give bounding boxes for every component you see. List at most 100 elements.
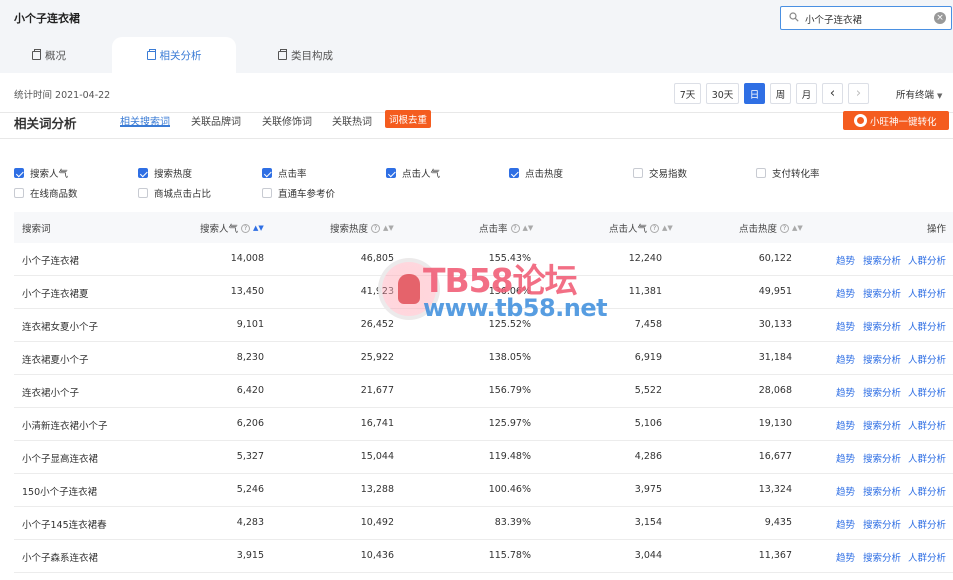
- checkbox-click-heat[interactable]: 点击热度: [509, 166, 563, 180]
- crowd-analysis-link[interactable]: 人群分析: [908, 484, 946, 498]
- checkbox-ctr[interactable]: 点击率: [262, 166, 307, 180]
- tab-category-label: 类目构成: [291, 49, 333, 62]
- search-analysis-link[interactable]: 搜索分析: [863, 517, 901, 531]
- metric-cell: 26,452: [360, 319, 394, 330]
- crowd-analysis-link[interactable]: 人群分析: [908, 517, 946, 531]
- trend-link[interactable]: 趋势: [836, 550, 855, 564]
- crowd-analysis-link[interactable]: 人群分析: [908, 253, 946, 267]
- col-label: 点击人气: [609, 224, 648, 235]
- crowd-analysis-link[interactable]: 人群分析: [908, 385, 946, 399]
- search-analysis-link[interactable]: 搜索分析: [863, 253, 901, 267]
- convert-button[interactable]: 小旺神一键转化: [843, 111, 949, 130]
- trend-link[interactable]: 趋势: [836, 418, 855, 432]
- col-label: 点击热度: [739, 224, 778, 235]
- subtab-brand[interactable]: 关联品牌词: [191, 113, 241, 128]
- subtab-related-search[interactable]: 相关搜索词: [120, 113, 170, 128]
- checkbox-click-popularity[interactable]: 点击人气: [386, 166, 440, 180]
- subtab-modifier[interactable]: 关联修饰词: [262, 113, 312, 128]
- crowd-analysis-link[interactable]: 人群分析: [908, 418, 946, 432]
- trend-link[interactable]: 趋势: [836, 253, 855, 267]
- range-week-button[interactable]: 周: [770, 83, 791, 104]
- terminal-select[interactable]: 所有终端 ▼: [896, 87, 942, 101]
- metric-cell: 28,068: [758, 385, 792, 396]
- checkbox-trade-index[interactable]: 交易指数: [633, 166, 687, 180]
- trend-link[interactable]: 趋势: [836, 517, 855, 531]
- trend-link[interactable]: 趋势: [836, 484, 855, 498]
- range-day-button[interactable]: 日: [744, 83, 765, 104]
- checkbox-mall-click-share[interactable]: 商城点击占比: [138, 186, 211, 200]
- checkbox-label: 点击热度: [525, 169, 564, 180]
- table-header: 搜索词 搜索人气? ▲▼ 搜索热度? ▲▼ 点击率? ▲▼ 点击人气? ▲▼ 点击热度?…: [14, 212, 953, 243]
- tab-overview[interactable]: 概况: [32, 37, 66, 73]
- checkbox-search-popularity[interactable]: 搜索人气: [14, 166, 68, 180]
- metric-cell: 9,101: [236, 319, 264, 330]
- checkbox-box: [262, 168, 272, 178]
- checkbox-label: 交易指数: [649, 169, 688, 180]
- crowd-analysis-link[interactable]: 人群分析: [908, 451, 946, 465]
- search-analysis-link[interactable]: 搜索分析: [863, 352, 901, 366]
- metric-cell: 9,435: [764, 517, 792, 528]
- search-analysis-link[interactable]: 搜索分析: [863, 286, 901, 300]
- trend-link[interactable]: 趋势: [836, 352, 855, 366]
- metric-cell: 4,283: [236, 517, 264, 528]
- sort-icon[interactable]: ▲▼: [662, 224, 673, 232]
- sort-icon[interactable]: ▲▼: [383, 224, 394, 232]
- clear-icon[interactable]: ×: [934, 12, 946, 24]
- checkbox-box: [138, 188, 148, 198]
- search-analysis-link[interactable]: 搜索分析: [863, 484, 901, 498]
- search-analysis-link[interactable]: 搜索分析: [863, 385, 901, 399]
- search-analysis-link[interactable]: 搜索分析: [863, 451, 901, 465]
- sort-icon[interactable]: ▲▼: [253, 224, 264, 232]
- help-icon[interactable]: ?: [510, 223, 520, 233]
- dedupe-button[interactable]: 词根去重: [385, 110, 432, 128]
- date-bar: 统计时间 2021-04-22 7天 30天 日 周 月 ‹ › 所有终端 ▼: [0, 73, 953, 113]
- table-row: 小个子连衣裙夏 13,450 41,923 136.06% 11,381 49,951 趋势…: [14, 276, 953, 309]
- col-click-popularity[interactable]: 点击人气? ▲▼: [609, 221, 673, 235]
- checkbox-ztc-price[interactable]: 直通车参考价: [262, 186, 335, 200]
- search-analysis-link[interactable]: 搜索分析: [863, 319, 901, 333]
- trend-link[interactable]: 趋势: [836, 319, 855, 333]
- search-analysis-link[interactable]: 搜索分析: [863, 418, 901, 432]
- sort-icon[interactable]: ▲▼: [792, 224, 803, 232]
- range-month-button[interactable]: 月: [796, 83, 817, 104]
- table-row: 小清新连衣裙小个子 6,206 16,741 125.97% 5,106 19,130 趋势…: [14, 408, 953, 441]
- col-click-heat[interactable]: 点击热度? ▲▼: [739, 221, 803, 235]
- crowd-analysis-link[interactable]: 人群分析: [908, 286, 946, 300]
- crowd-analysis-link[interactable]: 人群分析: [908, 319, 946, 333]
- subtab-hot[interactable]: 关联热词: [332, 113, 372, 128]
- range-7d-button[interactable]: 7天: [674, 83, 701, 104]
- trend-link[interactable]: 趋势: [836, 385, 855, 399]
- help-icon[interactable]: ?: [650, 223, 660, 233]
- search-analysis-link[interactable]: 搜索分析: [863, 550, 901, 564]
- help-icon[interactable]: ?: [241, 223, 251, 233]
- metric-cell: 13,288: [360, 484, 394, 495]
- crowd-analysis-link[interactable]: 人群分析: [908, 352, 946, 366]
- tab-related-analysis[interactable]: 相关分析: [112, 37, 236, 73]
- sort-icon[interactable]: ▲▼: [523, 224, 534, 232]
- checkbox-search-heat[interactable]: 搜索热度: [138, 166, 192, 180]
- col-search-popularity[interactable]: 搜索人气? ▲▼: [200, 221, 264, 235]
- metric-cell: 15,044: [360, 451, 394, 462]
- range-30d-button[interactable]: 30天: [706, 83, 739, 104]
- metric-cell: 14,008: [230, 253, 264, 264]
- table-row: 连衣裙女夏小个子 9,101 26,452 125.52% 7,458 30,133 趋势搜…: [14, 309, 953, 342]
- col-ctr[interactable]: 点击率? ▲▼: [479, 221, 533, 235]
- col-search-heat[interactable]: 搜索热度? ▲▼: [330, 221, 394, 235]
- metric-cell: 138.05%: [488, 352, 531, 363]
- checkbox-online-products[interactable]: 在线商品数: [14, 186, 78, 200]
- help-icon[interactable]: ?: [371, 223, 381, 233]
- next-day-button[interactable]: ›: [848, 83, 869, 104]
- metric-cell: 49,951: [758, 286, 792, 297]
- tab-category[interactable]: 类目构成: [278, 37, 333, 73]
- trend-link[interactable]: 趋势: [836, 451, 855, 465]
- search-input[interactable]: 小个子连衣裙 ×: [780, 6, 952, 30]
- help-icon[interactable]: ?: [780, 223, 790, 233]
- metric-cell: 60,122: [758, 253, 792, 264]
- metric-cell: 10,436: [360, 550, 394, 561]
- metric-cell: 119.48%: [488, 451, 531, 462]
- checkbox-box: [14, 188, 24, 198]
- checkbox-pay-conversion[interactable]: 支付转化率: [756, 166, 820, 180]
- crowd-analysis-link[interactable]: 人群分析: [908, 550, 946, 564]
- prev-day-button[interactable]: ‹: [822, 83, 843, 104]
- trend-link[interactable]: 趋势: [836, 286, 855, 300]
